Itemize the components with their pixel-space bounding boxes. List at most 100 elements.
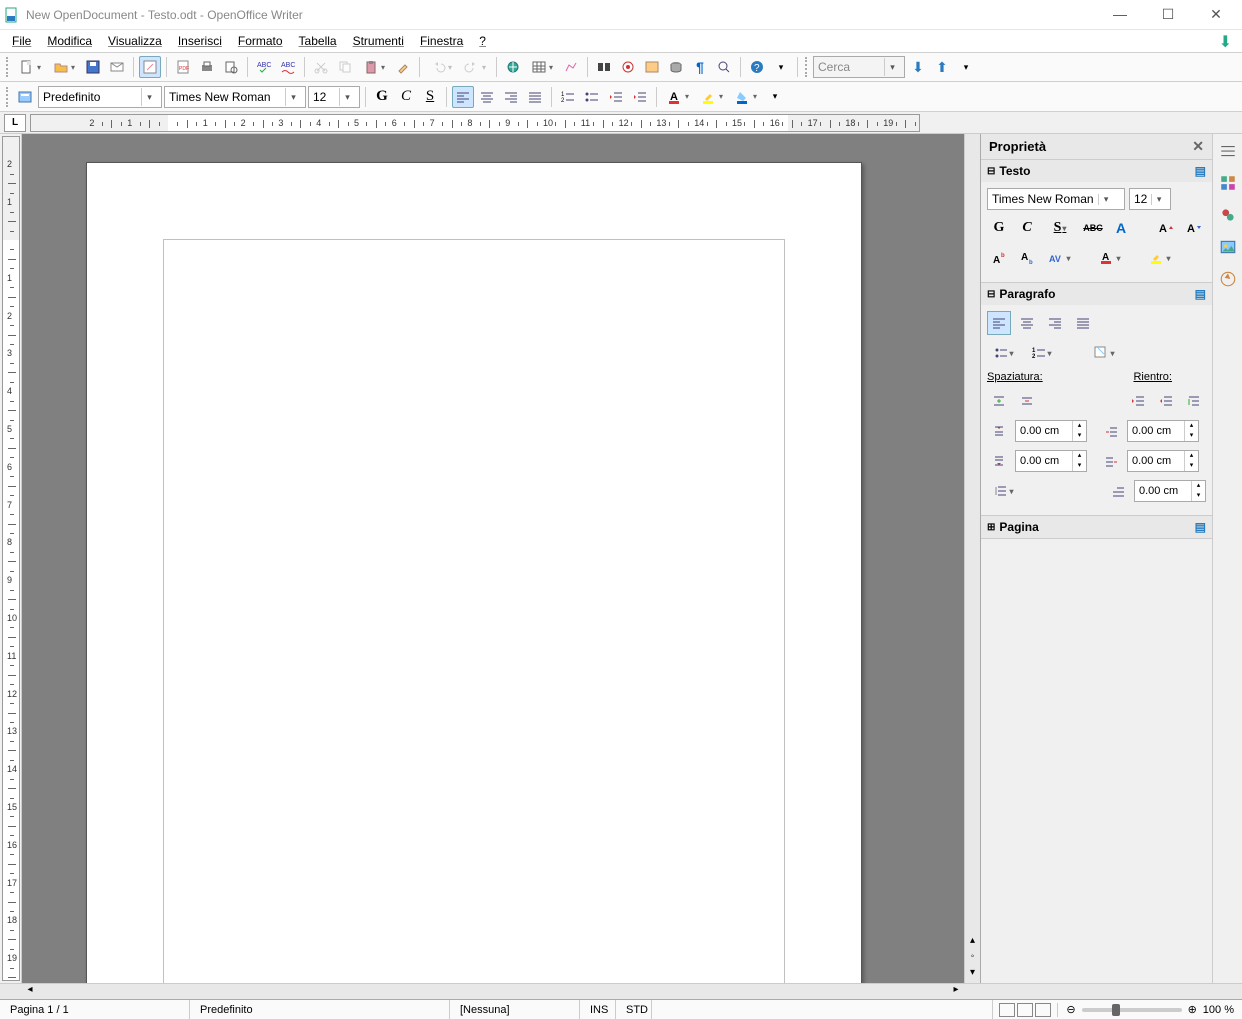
italic-button[interactable]: C xyxy=(395,86,417,108)
side-shrink-button[interactable]: A xyxy=(1182,216,1206,240)
autospellcheck-button[interactable]: ABC xyxy=(277,56,299,78)
scroll-down-icon[interactable]: ▾ xyxy=(965,967,980,983)
background-color-button[interactable] xyxy=(730,86,762,108)
side-grow-button[interactable]: A xyxy=(1154,216,1178,240)
side-bgcolor-button[interactable] xyxy=(1087,341,1121,365)
email-button[interactable] xyxy=(106,56,128,78)
format-paintbrush-button[interactable] xyxy=(392,56,414,78)
toolbar-more-button[interactable]: ▾ xyxy=(770,56,792,78)
navigator-button[interactable] xyxy=(617,56,639,78)
menu-strumenti[interactable]: Strumenti xyxy=(345,32,412,50)
align-justify-button[interactable] xyxy=(524,86,546,108)
search-combo[interactable]: Cerca▾ xyxy=(813,56,905,78)
bold-button[interactable]: G xyxy=(371,86,393,108)
side-subscript-button[interactable]: Ab xyxy=(1015,246,1039,270)
align-left-button[interactable] xyxy=(452,86,474,108)
cut-button[interactable] xyxy=(310,56,332,78)
close-button[interactable]: ✕ xyxy=(1202,6,1230,23)
find-prev-button[interactable]: ⬆ xyxy=(931,56,953,78)
show-draw-button[interactable] xyxy=(560,56,582,78)
spacing-below-input[interactable]: ▴▾ xyxy=(1015,450,1087,472)
zoom-button[interactable] xyxy=(713,56,735,78)
side-shadow-button[interactable]: A xyxy=(1109,216,1133,240)
export-pdf-button[interactable]: PDF xyxy=(172,56,194,78)
scroll-up-icon[interactable]: ▴ xyxy=(965,935,980,951)
menu-visualizza[interactable]: Visualizza xyxy=(100,32,170,50)
dec-indent-button[interactable] xyxy=(1154,389,1178,413)
side-spacing-button[interactable]: AV xyxy=(1043,246,1077,270)
menu-tabella[interactable]: Tabella xyxy=(291,32,345,50)
copy-button[interactable] xyxy=(334,56,356,78)
section-options-icon[interactable]: ▤ xyxy=(1195,520,1206,534)
scroll-right-icon[interactable]: ▸ xyxy=(948,984,964,999)
side-size-combo[interactable]: 12▾ xyxy=(1129,188,1171,210)
menu-finestra[interactable]: Finestra xyxy=(412,32,471,50)
indent-before-input[interactable]: ▴▾ xyxy=(1127,420,1199,442)
paragraph-style-combo[interactable]: Predefinito▾ xyxy=(38,86,162,108)
section-paragrafo-header[interactable]: ⊟ Paragrafo ▤ xyxy=(981,283,1212,305)
side-highlight-button[interactable] xyxy=(1143,246,1177,270)
zoom-value[interactable]: 100 % xyxy=(1203,1004,1234,1016)
print-preview-button[interactable] xyxy=(220,56,242,78)
horizontal-ruler[interactable]: 2112345678910111213141516171819 xyxy=(30,114,920,132)
find-toolbar-grip[interactable] xyxy=(805,57,809,77)
toolbar-grip[interactable] xyxy=(6,57,10,77)
line-spacing-button[interactable] xyxy=(987,479,1021,503)
help-button[interactable]: ? xyxy=(746,56,768,78)
side-numbering-button[interactable]: 12 xyxy=(1025,341,1059,365)
side-align-right-button[interactable] xyxy=(1043,311,1067,335)
hyperlink-button[interactable] xyxy=(502,56,524,78)
menu-help[interactable]: ? xyxy=(471,32,494,50)
redo-button[interactable] xyxy=(459,56,491,78)
indent-after-input[interactable]: ▴▾ xyxy=(1127,450,1199,472)
open-button[interactable] xyxy=(48,56,80,78)
indent-first-input[interactable]: ▴▾ xyxy=(1134,480,1206,502)
new-button[interactable] xyxy=(14,56,46,78)
undo-button[interactable] xyxy=(425,56,457,78)
menu-file[interactable]: File xyxy=(4,32,39,50)
view-multi-icon[interactable] xyxy=(1017,1003,1033,1017)
gallery-button[interactable] xyxy=(641,56,663,78)
formatting-more-button[interactable]: ▾ xyxy=(764,86,786,108)
zoom-slider[interactable] xyxy=(1082,1008,1182,1012)
sidebar-gallery-icon[interactable] xyxy=(1217,236,1239,258)
section-testo-header[interactable]: ⊟ Testo ▤ xyxy=(981,160,1212,182)
side-bullets-button[interactable] xyxy=(987,341,1021,365)
section-options-icon[interactable]: ▤ xyxy=(1195,164,1206,178)
sidebar-settings-icon[interactable] xyxy=(1217,140,1239,162)
sidebar-close-icon[interactable]: ✕ xyxy=(1192,138,1204,155)
side-underline-button[interactable]: S xyxy=(1043,216,1077,240)
find-button[interactable] xyxy=(593,56,615,78)
spacing-above-input[interactable]: ▴▾ xyxy=(1015,420,1087,442)
align-center-button[interactable] xyxy=(476,86,498,108)
dec-spacing-button[interactable] xyxy=(1015,389,1039,413)
find-next-button[interactable]: ⬇ xyxy=(907,56,929,78)
styles-button[interactable] xyxy=(14,86,36,108)
section-options-icon[interactable]: ▤ xyxy=(1195,287,1206,301)
underline-button[interactable]: S xyxy=(419,86,441,108)
side-superscript-button[interactable]: Ab xyxy=(987,246,1011,270)
side-bold-button[interactable]: G xyxy=(987,216,1011,240)
datasources-button[interactable] xyxy=(665,56,687,78)
spellcheck-button[interactable]: ABC xyxy=(253,56,275,78)
vertical-scrollbar[interactable]: ▴ ◦ ▾ xyxy=(964,134,980,983)
sidebar-properties-icon[interactable] xyxy=(1217,172,1239,194)
sidebar-styles-icon[interactable] xyxy=(1217,204,1239,226)
vertical-ruler[interactable]: 2112345678910111213141516171819 xyxy=(2,136,20,981)
hanging-indent-button[interactable] xyxy=(1182,389,1206,413)
inc-spacing-button[interactable] xyxy=(987,389,1011,413)
font-color-button[interactable]: A xyxy=(662,86,694,108)
document-page[interactable] xyxy=(86,162,862,983)
nonprinting-button[interactable]: ¶ xyxy=(689,56,711,78)
inc-indent-button[interactable] xyxy=(1126,389,1150,413)
print-button[interactable] xyxy=(196,56,218,78)
font-size-combo[interactable]: 12▾ xyxy=(308,86,360,108)
highlight-button[interactable] xyxy=(696,86,728,108)
side-align-center-button[interactable] xyxy=(1015,311,1039,335)
zoom-in-icon[interactable]: ⊕ xyxy=(1188,1003,1197,1016)
ruler-corner[interactable]: L xyxy=(4,114,26,132)
side-fontcolor-button[interactable]: A xyxy=(1093,246,1127,270)
save-button[interactable] xyxy=(82,56,104,78)
zoom-out-icon[interactable]: ⊖ xyxy=(1066,1003,1075,1016)
minimize-button[interactable]: — xyxy=(1106,6,1134,23)
